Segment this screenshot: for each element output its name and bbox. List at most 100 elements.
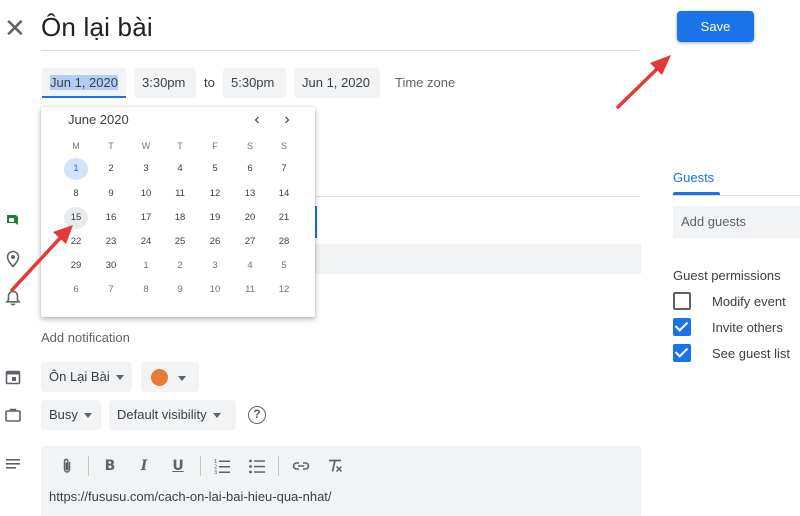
- date-picker-day[interactable]: 30: [99, 255, 123, 277]
- link-icon[interactable]: [291, 456, 311, 476]
- date-picker-day[interactable]: 7: [99, 279, 123, 301]
- date-picker-day[interactable]: 5: [272, 255, 296, 277]
- date-picker-day[interactable]: 1: [134, 255, 158, 277]
- tab-guests[interactable]: Guests: [673, 170, 714, 185]
- to-label: to: [204, 75, 215, 90]
- section-divider: [315, 196, 640, 197]
- date-picker-day[interactable]: 6: [64, 279, 88, 301]
- date-picker-day[interactable]: 21: [272, 207, 296, 229]
- close-button[interactable]: ✕: [4, 14, 26, 42]
- date-picker-day[interactable]: 5: [203, 158, 227, 180]
- date-picker-day[interactable]: 28: [272, 231, 296, 253]
- date-picker-day[interactable]: 7: [272, 158, 296, 180]
- end-time-field[interactable]: 5:30pm: [223, 68, 286, 98]
- date-picker-day[interactable]: 27: [238, 231, 262, 253]
- invite-others-checkbox[interactable]: [673, 318, 691, 336]
- location-pin-icon: [6, 250, 20, 268]
- date-picker-day[interactable]: 9: [99, 183, 123, 205]
- date-picker-day[interactable]: 2: [99, 158, 123, 180]
- add-guests-input[interactable]: Add guests: [673, 206, 800, 238]
- date-picker-day[interactable]: 19: [203, 207, 227, 229]
- availability-label: Busy: [49, 407, 78, 422]
- modify-event-label: Modify event: [712, 294, 786, 309]
- save-button[interactable]: Save: [677, 11, 754, 42]
- date-picker-day[interactable]: 10: [134, 183, 158, 205]
- location-field[interactable]: [315, 244, 641, 274]
- date-picker-day[interactable]: 3: [203, 255, 227, 277]
- add-notification-link[interactable]: Add notification: [41, 330, 130, 345]
- date-picker-day[interactable]: 11: [238, 279, 262, 301]
- bulleted-list-icon[interactable]: [247, 456, 267, 476]
- event-title-input[interactable]: Ôn lại bài: [41, 12, 153, 43]
- modify-event-checkbox[interactable]: [673, 292, 691, 310]
- date-picker-day[interactable]: 6: [238, 158, 262, 180]
- weekday-header: T: [108, 141, 114, 151]
- chevron-down-icon: [83, 413, 92, 419]
- date-picker-day[interactable]: 18: [168, 207, 192, 229]
- date-picker-day[interactable]: 14: [272, 183, 296, 205]
- date-picker-day[interactable]: 13: [238, 183, 262, 205]
- date-picker-day[interactable]: 25: [168, 231, 192, 253]
- italic-icon[interactable]: I: [134, 456, 154, 476]
- underline-icon[interactable]: U: [168, 456, 188, 476]
- chevron-left-icon[interactable]: ‹: [250, 112, 264, 128]
- date-picker-day[interactable]: 15: [64, 207, 88, 229]
- bold-icon[interactable]: B: [100, 456, 120, 476]
- calendar-icon: [5, 370, 21, 385]
- numbered-list-icon[interactable]: 1 2 3: [212, 456, 232, 476]
- chevron-right-icon[interactable]: ›: [280, 112, 294, 128]
- see-guest-list-checkbox[interactable]: [673, 344, 691, 362]
- date-picker-day[interactable]: 11: [168, 183, 192, 205]
- help-icon[interactable]: ?: [248, 406, 266, 424]
- date-picker-day[interactable]: 17: [134, 207, 158, 229]
- date-picker-day[interactable]: 20: [238, 207, 262, 229]
- date-picker-day[interactable]: 26: [203, 231, 227, 253]
- date-picker-day[interactable]: 3: [134, 158, 158, 180]
- description-text: https://fususu.com/cach-on-lai-bai-hieu-…: [49, 489, 332, 504]
- weekday-header: W: [141, 141, 151, 151]
- bell-icon: [5, 290, 21, 306]
- end-date-field[interactable]: Jun 1, 2020: [294, 68, 380, 98]
- visibility-select[interactable]: Default visibility: [109, 400, 236, 430]
- date-picker-day[interactable]: 12: [272, 279, 296, 301]
- weekday-header: S: [246, 141, 253, 151]
- toolbar-separator: [278, 456, 279, 476]
- date-picker-day[interactable]: 8: [134, 279, 158, 301]
- date-picker-day[interactable]: 16: [99, 207, 123, 229]
- date-picker-day[interactable]: 22: [64, 231, 88, 253]
- chevron-down-icon: [212, 413, 221, 419]
- date-picker-day[interactable]: 4: [238, 255, 262, 277]
- date-picker-day[interactable]: 4: [168, 158, 192, 180]
- date-picker-day[interactable]: 1: [64, 158, 88, 180]
- guest-permissions-title: Guest permissions: [673, 268, 781, 283]
- date-picker-day[interactable]: 9: [168, 279, 192, 301]
- meet-icon: [7, 215, 18, 225]
- start-date-field[interactable]: Jun 1, 2020: [42, 68, 126, 98]
- invite-others-label: Invite others: [712, 320, 783, 335]
- weekday-header: F: [212, 141, 218, 151]
- attachment-icon[interactable]: [57, 456, 77, 476]
- date-picker-day[interactable]: 2: [168, 255, 192, 277]
- chevron-down-icon: [115, 375, 124, 381]
- event-color-select[interactable]: [141, 362, 199, 392]
- date-picker-day[interactable]: 24: [134, 231, 158, 253]
- date-picker-day[interactable]: 12: [203, 183, 227, 205]
- see-guest-list-label: See guest list: [712, 346, 791, 361]
- visibility-label: Default visibility: [117, 407, 207, 422]
- date-picker-day[interactable]: 8: [64, 183, 88, 205]
- timezone-button[interactable]: Time zone: [395, 68, 455, 98]
- calendar-select[interactable]: Ôn Lại Bài: [41, 362, 132, 392]
- tabs-divider: [673, 195, 800, 196]
- briefcase-icon: [5, 408, 21, 422]
- start-time-field[interactable]: 3:30pm: [134, 68, 196, 98]
- availability-select[interactable]: Busy: [41, 400, 101, 430]
- date-picker-month-label: June 2020: [68, 112, 129, 127]
- weekday-header: S: [280, 141, 287, 151]
- date-picker-day[interactable]: 29: [64, 255, 88, 277]
- annotation-arrow-to-save: [616, 55, 671, 109]
- date-picker-day[interactable]: 10: [203, 279, 227, 301]
- date-picker-day[interactable]: 23: [99, 231, 123, 253]
- remove-formatting-icon[interactable]: [325, 456, 345, 476]
- event-color-swatch: [151, 369, 168, 386]
- toolbar-separator: [88, 456, 89, 476]
